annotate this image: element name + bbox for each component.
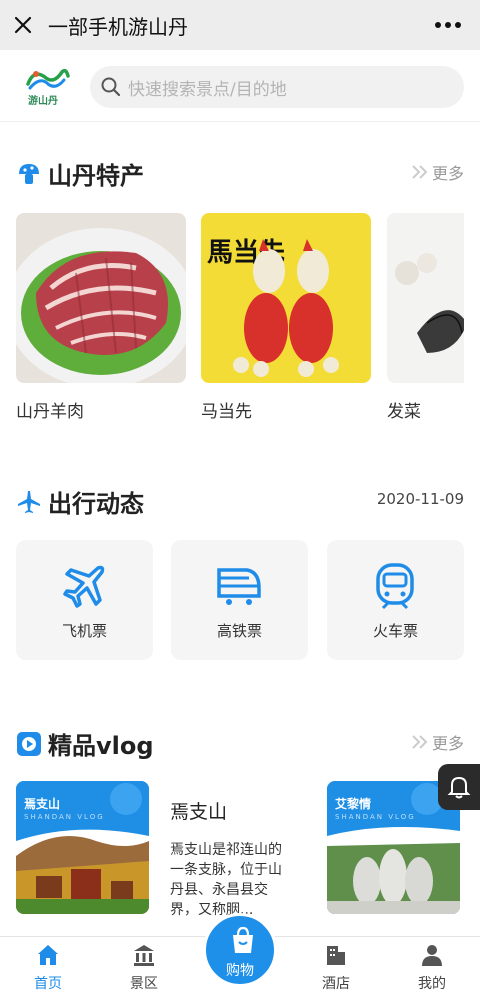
- specialty-header: 山丹特产: [16, 156, 144, 191]
- travel-header: 出行动态: [16, 484, 144, 519]
- tab-profile[interactable]: 我的: [384, 937, 480, 1000]
- ticket-label: 高铁票: [216, 622, 262, 640]
- search-icon: [101, 77, 121, 97]
- notification-button[interactable]: [438, 764, 480, 810]
- logo-icon: [26, 68, 70, 90]
- vlog-badge-sub: SHANDAN VLOG: [24, 813, 105, 821]
- section-title: 出行动态: [48, 490, 144, 518]
- product-image-mutton: [16, 213, 186, 383]
- vlog-title[interactable]: 焉支山: [170, 797, 227, 824]
- bell-icon: [447, 776, 471, 799]
- double-chevron-icon: [412, 165, 428, 179]
- double-chevron-icon: [412, 735, 428, 749]
- train-ticket-card[interactable]: 火车票: [327, 540, 464, 660]
- more-label: 更多: [431, 164, 464, 183]
- user-icon: [422, 945, 442, 966]
- mushroom-icon: [19, 163, 39, 184]
- scenic-icon: [134, 945, 154, 966]
- flight-ticket-card[interactable]: 飞机票: [16, 540, 153, 660]
- product-name: 发菜: [387, 402, 421, 422]
- vlog-badge-sub: SHANDAN VLOG: [335, 813, 416, 821]
- airplane-icon: [18, 490, 40, 513]
- travel-date: 2020-11-09: [376, 490, 464, 508]
- high-speed-rail-ticket-card[interactable]: 高铁票: [171, 540, 308, 660]
- section-title: 山丹特产: [48, 162, 144, 190]
- vlog-header: 精品vlog: [16, 726, 154, 761]
- title-bar: 一部手机游山丹: [0, 0, 480, 50]
- more-menu-button[interactable]: [430, 10, 466, 40]
- product-card[interactable]: 发菜: [387, 213, 464, 422]
- app-logo: 游山丹: [24, 64, 70, 110]
- tab-home[interactable]: 首页: [0, 937, 96, 1000]
- product-name: 山丹羊肉: [16, 402, 84, 422]
- more-label: 更多: [431, 734, 464, 753]
- tab-label: 首页: [34, 976, 62, 992]
- close-button[interactable]: [0, 0, 46, 50]
- logo-text: 游山丹: [28, 96, 58, 107]
- train-icon: [376, 563, 414, 610]
- ticket-label: 火车票: [372, 622, 418, 640]
- tab-hotel[interactable]: 酒店: [288, 937, 384, 1000]
- airplane-icon: [63, 565, 105, 608]
- product-card[interactable]: 馬当先 马当先: [201, 213, 371, 422]
- vlog-description: 焉支山是祁连山的一条支脉，位于山丹县、永昌县交界，又称胭...: [170, 842, 282, 918]
- page-title: 一部手机游山丹: [48, 14, 188, 39]
- tab-label: 我的: [418, 976, 446, 992]
- search-placeholder: 快速搜索景点/目的地: [128, 79, 287, 100]
- tab-label: 景区: [130, 976, 158, 992]
- video-play-icon: [17, 731, 41, 756]
- search-row: 游山丹 快速搜索景点/目的地: [0, 50, 480, 122]
- tab-label: 购物: [226, 963, 254, 979]
- vlog-more-link[interactable]: 更多: [410, 730, 464, 754]
- search-input[interactable]: 快速搜索景点/目的地: [90, 66, 464, 108]
- home-icon: [38, 945, 58, 965]
- product-image-horse: 馬当先: [201, 213, 371, 383]
- hotel-icon: [327, 946, 345, 965]
- product-name: 马当先: [201, 402, 252, 422]
- ticket-label: 飞机票: [61, 622, 107, 640]
- product-image-facai: [387, 213, 464, 383]
- bullet-train-icon: [217, 568, 261, 605]
- specialty-more-link[interactable]: 更多: [410, 160, 464, 184]
- ellipsis-icon: [435, 22, 461, 28]
- tab-scenic[interactable]: 景区: [96, 937, 192, 1000]
- vlog-badge: 艾黎情: [335, 797, 372, 811]
- vlog-badge: 焉支山: [24, 797, 61, 811]
- tab-shopping[interactable]: 购物: [203, 913, 277, 987]
- section-title: 精品vlog: [48, 732, 154, 760]
- tab-label: 酒店: [322, 976, 350, 992]
- shopping-bag-icon: [233, 926, 253, 953]
- vlog-card[interactable]: 焉支山 SHANDAN VLOG: [16, 781, 149, 914]
- close-icon: [14, 16, 32, 34]
- product-card[interactable]: 山丹羊肉: [16, 213, 186, 422]
